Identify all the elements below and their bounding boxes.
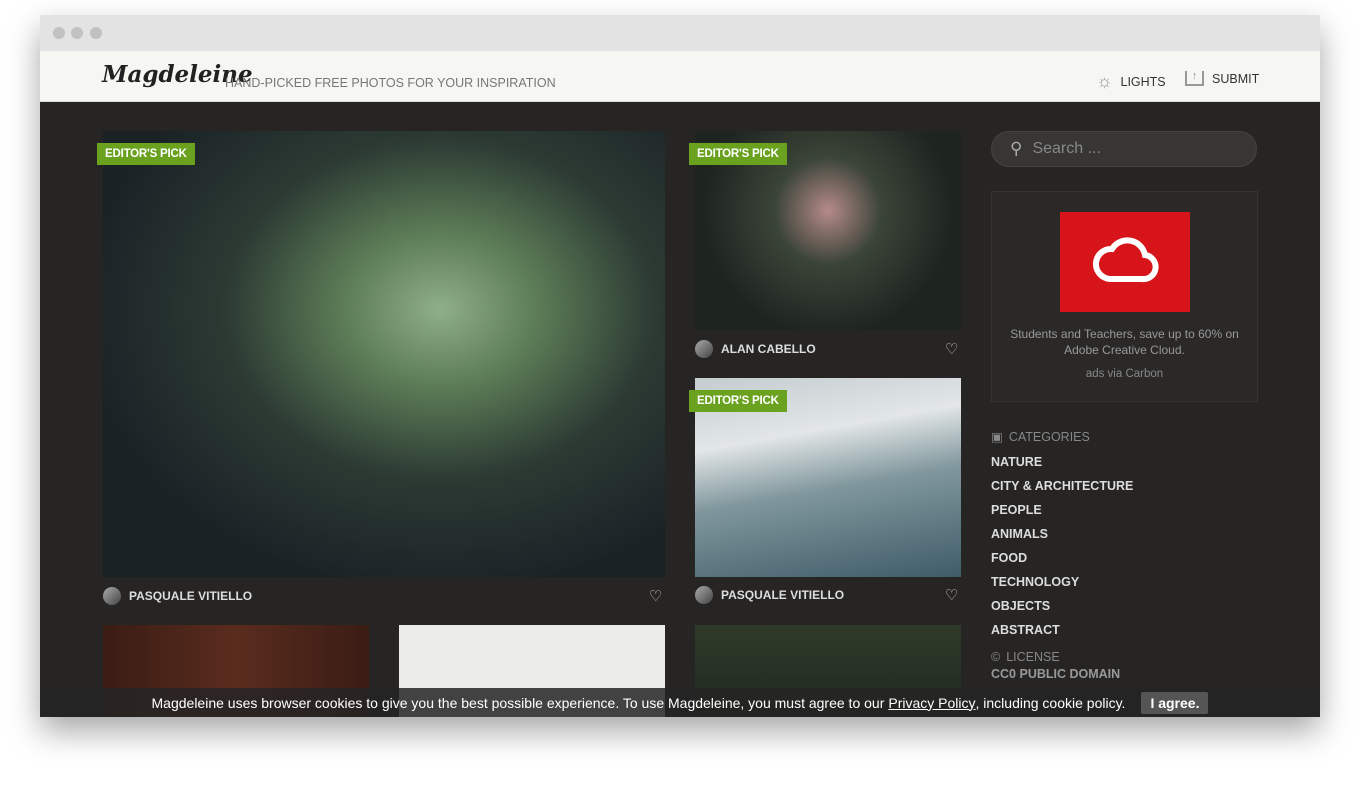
editors-pick-badge: EDITOR'S PICK — [689, 143, 787, 165]
lights-label: LIGHTS — [1120, 74, 1166, 89]
editors-pick-badge: EDITOR'S PICK — [97, 143, 195, 165]
search-input[interactable]: ⚲ Search ... — [991, 131, 1257, 167]
photo-credit[interactable]: ALAN CABELLO — [695, 340, 816, 358]
category-animals[interactable]: ANIMALS — [991, 527, 1133, 551]
maximize-dot[interactable] — [90, 27, 102, 39]
search-placeholder: Search ... — [1032, 140, 1101, 157]
categories-title: CATEGORIES — [1008, 430, 1090, 444]
avatar — [695, 340, 713, 358]
avatar — [103, 587, 121, 605]
category-objects[interactable]: OBJECTS — [991, 599, 1133, 623]
ad-text[interactable]: Students and Teachers, save up to 60% on… — [992, 326, 1257, 358]
search-icon: ⚲ — [1010, 139, 1023, 158]
categories-heading: ▣ CATEGORIES — [991, 430, 1133, 445]
minimize-dot[interactable] — [71, 27, 83, 39]
sun-icon: ☼ — [1096, 71, 1113, 91]
creative-cloud-icon — [1092, 237, 1159, 283]
carbon-ad[interactable]: Students and Teachers, save up to 60% on… — [991, 191, 1258, 402]
author-name: PASQUALE VITIELLO — [721, 588, 845, 602]
main-content: EDITOR'S PICK PASQUALE VITIELLO ♡ EDITOR… — [40, 102, 1320, 717]
ads-via-carbon[interactable]: ads via Carbon — [992, 368, 1257, 380]
browser-window: Magdeleine HAND-PICKED FREE PHOTOS FOR Y… — [40, 15, 1320, 717]
photo-credit[interactable]: PASQUALE VITIELLO — [103, 587, 252, 605]
submit-label: SUBMIT — [1212, 71, 1260, 86]
privacy-policy-link[interactable]: Privacy Policy — [888, 695, 975, 711]
author-name: PASQUALE VITIELLO — [129, 589, 253, 603]
tag-icon: ▣ — [991, 430, 1003, 444]
cookie-banner: Magdeleine uses browser cookies to give … — [40, 688, 1320, 717]
heart-icon[interactable]: ♡ — [945, 340, 958, 358]
agree-button[interactable]: I agree. — [1141, 691, 1209, 714]
license-value[interactable]: CC0 PUBLIC DOMAIN — [991, 667, 1133, 683]
close-dot[interactable] — [53, 27, 65, 39]
heart-icon[interactable]: ♡ — [649, 587, 662, 605]
categories: ▣ CATEGORIES NATURE CITY & ARCHITECTURE P… — [991, 430, 1133, 683]
category-city-architecture[interactable]: CITY & ARCHITECTURE — [991, 479, 1133, 503]
tagline: HAND-PICKED FREE PHOTOS FOR YOUR INSPIRA… — [225, 76, 556, 90]
site-header: Magdeleine HAND-PICKED FREE PHOTOS FOR Y… — [40, 51, 1320, 102]
category-nature[interactable]: NATURE — [991, 455, 1133, 479]
license-heading: © LICENSE — [991, 650, 1133, 665]
copyright-icon: © — [991, 650, 1001, 664]
cookie-text-after: , including cookie policy. — [975, 694, 1126, 711]
editors-pick-badge: EDITOR'S PICK — [689, 390, 787, 412]
lights-button[interactable]: ☼ LIGHTS — [1096, 71, 1166, 92]
category-food[interactable]: FOOD — [991, 551, 1133, 575]
adobe-cc-logo — [1059, 212, 1190, 312]
cookie-text: Magdeleine uses browser cookies to give … — [151, 694, 885, 711]
photo-woman-car[interactable] — [103, 131, 665, 577]
title-bar — [40, 15, 1320, 51]
category-people[interactable]: PEOPLE — [991, 503, 1133, 527]
upload-icon: ↑ — [1185, 71, 1204, 86]
submit-button[interactable]: ↑ SUBMIT — [1185, 71, 1259, 86]
license-title: LICENSE — [1006, 650, 1060, 664]
avatar — [695, 586, 713, 604]
heart-icon[interactable]: ♡ — [945, 586, 958, 604]
photo-credit[interactable]: PASQUALE VITIELLO — [695, 586, 844, 604]
author-name: ALAN CABELLO — [721, 342, 816, 356]
category-abstract[interactable]: ABSTRACT — [991, 623, 1133, 647]
category-technology[interactable]: TECHNOLOGY — [991, 575, 1133, 599]
